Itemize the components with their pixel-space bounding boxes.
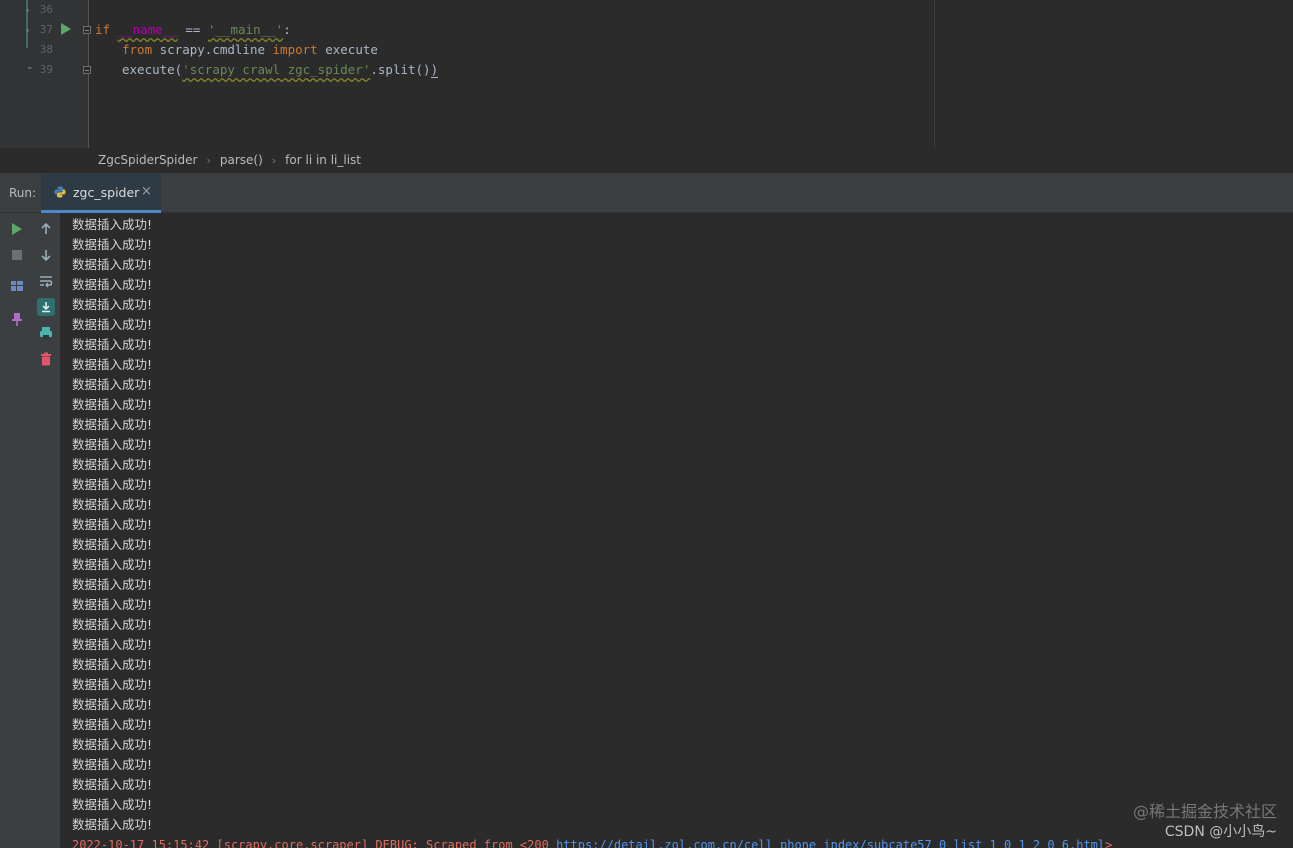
stop-icon[interactable] xyxy=(9,247,25,263)
log-prefix: 2022-10-17 15:15:42 [scrapy.core.scraper… xyxy=(72,838,557,848)
gutter-divider xyxy=(88,0,89,148)
console-line: 数据插入成功! xyxy=(72,397,153,412)
console-line: 数据插入成功! xyxy=(72,777,153,792)
console-line: 数据插入成功! xyxy=(72,617,153,632)
closing-paren: ) xyxy=(430,62,439,78)
console-line: 数据插入成功! xyxy=(72,537,153,552)
string-literal: 'scrapy crawl zgc_spider' xyxy=(182,62,371,77)
soft-wrap-icon[interactable] xyxy=(38,273,54,289)
watermark-line-2: CSDN @小小鸟~ xyxy=(1164,824,1277,840)
console-line: 数据插入成功! xyxy=(72,277,153,292)
print-icon[interactable] xyxy=(38,325,54,341)
console-line: 数据插入成功! xyxy=(72,817,153,832)
console-line: 数据插入成功! xyxy=(72,457,153,472)
right-margin-guide xyxy=(934,0,935,148)
console-line: 数据插入成功! xyxy=(72,517,153,532)
fold-icon[interactable] xyxy=(83,66,91,74)
console-line: 数据插入成功! xyxy=(72,317,153,332)
breadcrumb-item-class[interactable]: ZgcSpiderSpider xyxy=(98,153,197,167)
run-gutter-icon[interactable] xyxy=(61,23,71,35)
console-line: 数据插入成功! xyxy=(72,237,153,252)
console-line: 数据插入成功! xyxy=(72,257,153,272)
code-line-38[interactable]: from scrapy.cmdline import execute xyxy=(122,42,378,58)
keyword: if xyxy=(95,22,111,37)
method-call: .split() xyxy=(370,62,431,77)
run-label: Run: xyxy=(9,186,37,200)
code-line-37[interactable]: if __name__ == '__main__': xyxy=(95,22,291,38)
code-line-39[interactable]: execute('scrapy crawl zgc_spider'.split(… xyxy=(122,62,439,78)
fold-icon[interactable] xyxy=(83,26,91,34)
function-call: execute( xyxy=(122,62,183,77)
console-line: 数据插入成功! xyxy=(72,597,153,612)
breadcrumb: ZgcSpiderSpider › parse() › for li in li… xyxy=(0,148,1293,173)
console-line: 数据插入成功! xyxy=(72,217,153,232)
console-line: 数据插入成功! xyxy=(72,417,153,432)
scroll-down-icon[interactable] xyxy=(38,247,54,263)
tab-label: zgc_spider xyxy=(73,185,140,200)
console-line: 数据插入成功! xyxy=(72,557,153,572)
line-number: 39 xyxy=(39,63,53,76)
console-line: 数据插入成功! xyxy=(72,377,153,392)
console-line: 数据插入成功! xyxy=(72,477,153,492)
console-line: 数据插入成功! xyxy=(72,297,153,312)
console-line: 数据插入成功! xyxy=(72,757,153,772)
scroll-up-icon[interactable] xyxy=(38,221,54,237)
breadcrumb-item-method[interactable]: parse() xyxy=(220,153,263,167)
watermark: @稀土掘金技术社区 CSDN @小小鸟~ xyxy=(1133,802,1277,842)
close-icon[interactable]: × xyxy=(141,184,152,199)
console-line: 数据插入成功! xyxy=(72,337,153,352)
rerun-icon[interactable] xyxy=(9,221,25,237)
breadcrumb-separator: › xyxy=(206,153,211,167)
breadcrumb-separator: › xyxy=(271,153,277,167)
console-line: 数据插入成功! xyxy=(72,497,153,512)
dunder-name: __name__ xyxy=(117,22,178,37)
line-number: 37 xyxy=(39,23,53,36)
imported-name: execute xyxy=(317,42,378,57)
log-url-link[interactable]: https://detail.zol.com.cn/cell_phone_ind… xyxy=(556,838,1105,848)
line-number: 38 xyxy=(39,43,53,56)
breadcrumb-item-loop[interactable]: for li in li_list xyxy=(285,153,361,167)
python-icon xyxy=(54,186,66,198)
keyword: from xyxy=(122,42,153,57)
console-line: 数据插入成功! xyxy=(72,577,153,592)
console-line: 数据插入成功! xyxy=(72,717,153,732)
layout-icon[interactable] xyxy=(9,278,25,294)
console-line: 数据插入成功! xyxy=(72,437,153,452)
chevron-right-icon[interactable]: › xyxy=(26,26,30,36)
console-line: 数据插入成功! xyxy=(72,357,153,372)
console-log-line: 2022-10-17 15:15:42 [scrapy.core.scraper… xyxy=(72,838,1112,848)
line-number: 36 xyxy=(39,3,53,16)
watermark-line-1: @稀土掘金技术社区 xyxy=(1132,802,1277,821)
console-line: 数据插入成功! xyxy=(72,797,153,812)
left-tool-strip: › › ⌄ xyxy=(0,0,34,148)
console-toolbar xyxy=(33,213,60,848)
operator: == xyxy=(177,22,208,37)
colon: : xyxy=(283,22,291,37)
console-line: 数据插入成功! xyxy=(72,697,153,712)
scroll-to-end-icon[interactable] xyxy=(37,298,55,316)
string-literal: '__main__' xyxy=(207,22,284,37)
module-name: scrapy.cmdline xyxy=(152,42,273,57)
code-editor[interactable]: › › ⌄ 36 37 38 39 if __name__ == '__main… xyxy=(0,0,1293,148)
log-suffix: > xyxy=(1105,838,1113,848)
pin-icon[interactable] xyxy=(9,311,25,327)
console-output[interactable]: 数据插入成功! 数据插入成功! 数据插入成功! 数据插入成功! 数据插入成功! … xyxy=(60,213,1293,848)
tab-zgc-spider[interactable]: zgc_spider × xyxy=(41,173,161,213)
chevron-right-icon[interactable]: › xyxy=(26,6,30,16)
run-tool-window-header: Run: zgc_spider × xyxy=(0,173,1293,213)
console-line: 数据插入成功! xyxy=(72,637,153,652)
run-toolbar xyxy=(0,213,33,848)
keyword: import xyxy=(272,42,318,57)
console-line: 数据插入成功! xyxy=(72,657,153,672)
console-line: 数据插入成功! xyxy=(72,737,153,752)
console-line: 数据插入成功! xyxy=(72,677,153,692)
clear-icon[interactable] xyxy=(38,351,54,367)
